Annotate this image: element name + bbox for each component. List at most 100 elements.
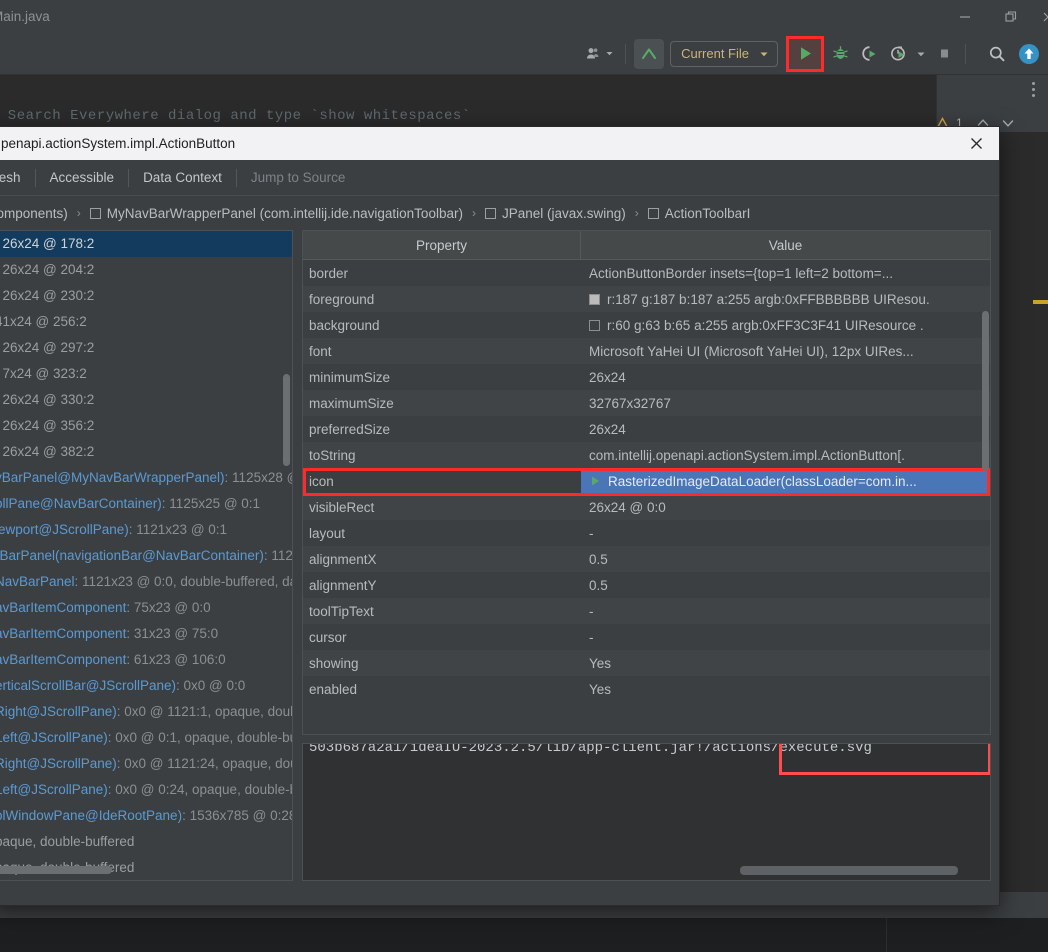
- dialog-action-bar: efresh Accessible Data Context Jump to S…: [0, 160, 999, 196]
- table-row[interactable]: preferredSize 26x24: [303, 416, 990, 442]
- detail-horizontal-scrollbar[interactable]: [740, 866, 958, 875]
- tree-row[interactable]: NavBarPanel: 1121x23 @ 0:0, double-buffe…: [0, 569, 292, 595]
- profiler-button[interactable]: [885, 41, 911, 67]
- tree-row[interactable]: : 26x24 @ 356:2: [0, 413, 292, 439]
- tree-row[interactable]: Left@JScrollPane): 0x0 @ 0:1, opaque, do…: [0, 725, 292, 751]
- table-row[interactable]: toolTipText -: [303, 598, 990, 624]
- table-row[interactable]: alignmentY 0.5: [303, 572, 990, 598]
- profile-button[interactable]: [583, 41, 617, 67]
- table-row[interactable]: visibleRect 26x24 @ 0:0: [303, 494, 990, 520]
- breadcrumb-item-0[interactable]: i.components): [0, 206, 68, 221]
- run-button[interactable]: [786, 35, 824, 72]
- window-title: Main.java: [0, 9, 50, 24]
- stop-button[interactable]: [931, 41, 957, 67]
- property-value-text: r:187 g:187 b:187 a:255 argb:0xFFBBBBBB …: [607, 291, 930, 307]
- dialog-title-bar: penapi.actionSystem.impl.ActionButton: [0, 127, 999, 160]
- minimize-button[interactable]: [942, 0, 988, 33]
- more-options-button[interactable]: [1024, 78, 1042, 100]
- table-row[interactable]: background r:60 g:63 b:65 a:255 argb:0xFF…: [303, 312, 990, 338]
- editor-text-area[interactable]: [1000, 132, 1048, 892]
- jump-to-source-action[interactable]: Jump to Source: [237, 170, 360, 185]
- tree-row[interactable]: vBarPanel@MyNavBarWrapperPanel): 1125x28…: [0, 465, 292, 491]
- table-row[interactable]: showing Yes: [303, 650, 990, 676]
- checkbox-icon[interactable]: [89, 207, 101, 219]
- value-detail-pane[interactable]: 503b687a2a1/ideaIU-2023.2.5/lib/app-clie…: [302, 743, 991, 881]
- table-vertical-scrollbar[interactable]: [982, 311, 989, 471]
- tree-row[interactable]: erticalScrollBar@JScrollPane): 0x0 @ 0:0: [0, 673, 292, 699]
- tree-row-detail: : 1121: [263, 548, 292, 563]
- update-button[interactable]: [1016, 41, 1042, 67]
- breadcrumb-item-3[interactable]: ActionToolbarI: [647, 206, 750, 221]
- search-everywhere-button[interactable]: [984, 41, 1010, 67]
- tree-row[interactable]: Right@JScrollPane): 0x0 @ 1121:1, opaque…: [0, 699, 292, 725]
- table-row[interactable]: minimumSize 26x24: [303, 364, 990, 390]
- tree-row[interactable]: avBarItemComponent: 61x23 @ 106:0: [0, 647, 292, 673]
- table-row[interactable]: icon RasterizedImageDataLoader(classLoade…: [303, 468, 990, 496]
- tree-row[interactable]: avBarItemComponent: 31x23 @ 75:0: [0, 621, 292, 647]
- tree-row[interactable]: iewport@JScrollPane): 1121x23 @ 0:1: [0, 517, 292, 543]
- chevron-down-icon[interactable]: [1001, 116, 1015, 130]
- navigate-up-button[interactable]: [634, 38, 665, 69]
- column-header-property[interactable]: Property: [303, 231, 581, 259]
- table-row[interactable]: maximumSize 32767x32767: [303, 390, 990, 416]
- column-header-value[interactable]: Value: [581, 231, 990, 259]
- debug-button[interactable]: [827, 41, 853, 67]
- icon-path-text: 503b687a2a1/ideaIU-2023.2.5/lib/app-clie…: [309, 743, 872, 756]
- run-with-coverage-icon: [861, 46, 875, 61]
- run-with-coverage-button[interactable]: [856, 41, 882, 67]
- tree-row[interactable]: Left@JScrollPane): 0x0 @ 0:24, opaque, d…: [0, 777, 292, 803]
- tree-row[interactable]: rBarPanel(navigationBar@NavBarContainer)…: [0, 543, 292, 569]
- table-row[interactable]: font Microsoft YaHei UI (Microsoft YaHei …: [303, 338, 990, 364]
- tree-row[interactable]: paque, double-buffered: [0, 829, 292, 855]
- tree-row[interactable]: : 26x24 @ 382:2: [0, 439, 292, 465]
- tree-row[interactable]: : 26x24 @ 178:2: [0, 231, 292, 257]
- tree-row[interactable]: ollPane@NavBarContainer): 1125x25 @ 0:1: [0, 491, 292, 517]
- table-row[interactable]: enabled Yes: [303, 676, 990, 702]
- tree-row[interactable]: : 26x24 @ 230:2: [0, 283, 292, 309]
- tree-row[interactable]: 41x24 @ 256:2: [0, 309, 292, 335]
- data-context-action[interactable]: Data Context: [129, 170, 236, 185]
- tree-row[interactable]: : 26x24 @ 297:2: [0, 335, 292, 361]
- breadcrumb-item-2[interactable]: JPanel (javax.swing): [484, 206, 626, 221]
- tree-horizontal-scrollbar[interactable]: [0, 866, 112, 874]
- property-table[interactable]: Property Value border ActionButtonBorder …: [302, 230, 991, 735]
- tree-row[interactable]: : 26x24 @ 330:2: [0, 387, 292, 413]
- table-row[interactable]: alignmentX 0.5: [303, 546, 990, 572]
- restore-button[interactable]: [988, 0, 1034, 33]
- tree-row[interactable]: olWindowPane@IdeRootPane): 1536x785 @ 0:…: [0, 803, 292, 829]
- tree-row-name: avBarItemComponent: [0, 652, 127, 667]
- table-row[interactable]: border ActionButtonBorder insets={top=1 l…: [303, 260, 990, 286]
- property-value-cell: com.intellij.openapi.actionSystem.impl.A…: [581, 442, 990, 468]
- property-value-cell: r:187 g:187 b:187 a:255 argb:0xFFBBBBBB …: [581, 286, 990, 312]
- property-name-cell: preferredSize: [309, 421, 391, 437]
- property-value-cell: 0.5: [581, 572, 990, 598]
- tree-row[interactable]: avBarItemComponent: 75x23 @ 0:0: [0, 595, 292, 621]
- table-row[interactable]: toString com.intellij.openapi.actionSyste…: [303, 442, 990, 468]
- property-value-text: Yes: [589, 655, 612, 671]
- breadcrumb-item-1[interactable]: MyNavBarWrapperPanel (com.intellij.ide.n…: [89, 206, 463, 221]
- tree-vertical-scrollbar[interactable]: [283, 374, 290, 466]
- tree-row[interactable]: : 26x24 @ 204:2: [0, 257, 292, 283]
- refresh-action[interactable]: efresh: [0, 170, 35, 185]
- accessible-action[interactable]: Accessible: [36, 170, 129, 185]
- property-value-cell: RasterizedImageDataLoader(classLoader=co…: [581, 468, 990, 494]
- table-row[interactable]: foreground r:187 g:187 b:187 a:255 argb:0…: [303, 286, 990, 312]
- toolbar-divider-2: [965, 43, 966, 64]
- tree-row[interactable]: : 7x24 @ 323:2: [0, 361, 292, 387]
- property-name-cell: enabled: [309, 681, 358, 697]
- tree-row-name: ollPane@NavBarContainer): [0, 496, 162, 511]
- table-row[interactable]: cursor -: [303, 624, 990, 650]
- table-row[interactable]: layout -: [303, 520, 990, 546]
- tree-row[interactable]: Right@JScrollPane): 0x0 @ 1121:24, opaqu…: [0, 751, 292, 777]
- close-button[interactable]: [1034, 0, 1048, 33]
- checkbox-icon[interactable]: [647, 207, 659, 219]
- tree-row-name: Left@JScrollPane): [0, 730, 108, 745]
- profiler-dropdown[interactable]: [914, 41, 928, 67]
- dialog-close-button[interactable]: [953, 127, 999, 160]
- property-value-text: -: [589, 603, 594, 619]
- component-tree[interactable]: : 26x24 @ 178:2: 26x24 @ 204:2: 26x24 @ …: [0, 230, 293, 881]
- breadcrumb-separator-icon: ›: [471, 206, 476, 220]
- run-icon: [800, 47, 811, 60]
- checkbox-icon[interactable]: [484, 207, 496, 219]
- run-configuration-selector[interactable]: Current File: [670, 40, 778, 67]
